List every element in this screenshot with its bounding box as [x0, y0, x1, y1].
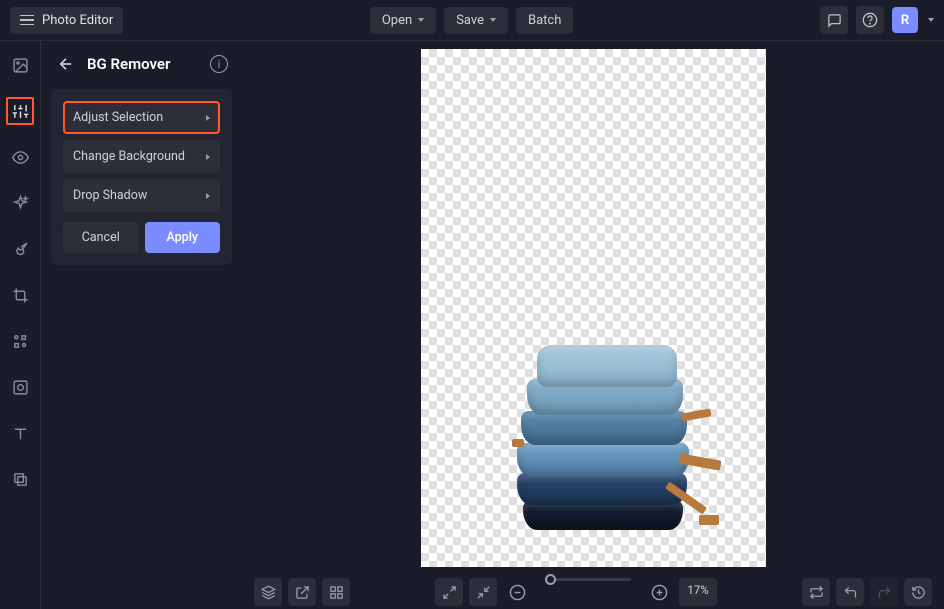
button-row: Cancel Apply: [63, 222, 220, 253]
option-adjust-selection[interactable]: Adjust Selection: [63, 101, 220, 134]
compare-button[interactable]: [802, 578, 830, 606]
option-label: Drop Shadow: [73, 188, 147, 203]
info-button[interactable]: i: [210, 55, 228, 73]
rail-arrange[interactable]: [6, 327, 34, 355]
avatar-initial: R: [901, 13, 909, 28]
minus-circle-icon: [509, 584, 526, 601]
arrow-left-icon: [57, 55, 75, 73]
plus-circle-icon: [651, 584, 668, 601]
rail-layers[interactable]: [6, 465, 34, 493]
comment-icon: [827, 13, 842, 28]
app-menu-button[interactable]: Photo Editor: [10, 7, 123, 34]
tool-rail: [0, 41, 41, 609]
collapse-button[interactable]: [469, 578, 497, 606]
rail-adjust[interactable]: [6, 97, 34, 125]
bb-zoom-group: 17%: [435, 578, 716, 606]
help-button[interactable]: [856, 6, 884, 34]
history-button[interactable]: [904, 578, 932, 606]
option-change-background[interactable]: Change Background: [63, 140, 220, 173]
arrange-icon: [12, 333, 29, 350]
batch-label: Batch: [528, 13, 561, 28]
open-label: Open: [382, 13, 412, 28]
bg-fragment: [699, 515, 719, 525]
back-button[interactable]: [55, 53, 77, 75]
cancel-button[interactable]: Cancel: [63, 222, 139, 253]
layers-icon: [12, 471, 29, 488]
option-drop-shadow[interactable]: Drop Shadow: [63, 179, 220, 212]
stack-icon: [261, 585, 276, 600]
rail-text[interactable]: [6, 419, 34, 447]
history-icon: [911, 585, 926, 600]
rail-sparkle[interactable]: [6, 189, 34, 217]
image-subject: [513, 345, 693, 535]
app-title: Photo Editor: [42, 13, 113, 28]
bb-left-group: [254, 578, 350, 606]
bottom-bar: 17%: [242, 575, 944, 609]
save-button[interactable]: Save: [444, 7, 508, 34]
undo-button[interactable]: [836, 578, 864, 606]
expand-icon: [442, 585, 457, 600]
main: BG Remover i Adjust Selection Change Bac…: [0, 41, 944, 609]
rail-brush[interactable]: [6, 235, 34, 263]
text-icon: [12, 425, 29, 442]
sparkle-icon: [12, 195, 29, 212]
fit-button[interactable]: [435, 578, 463, 606]
avatar[interactable]: R: [892, 7, 918, 33]
grid-button[interactable]: [322, 578, 350, 606]
chevron-right-icon: [206, 115, 210, 121]
rail-image[interactable]: [6, 51, 34, 79]
zoom-handle[interactable]: [545, 574, 556, 585]
redo-button[interactable]: [870, 578, 898, 606]
bg-fragment: [512, 439, 524, 447]
save-label: Save: [456, 13, 484, 28]
app-header: Photo Editor Open Save Batch R: [0, 0, 944, 41]
collapse-icon: [476, 585, 491, 600]
apply-button[interactable]: Apply: [145, 222, 221, 253]
crop-icon: [12, 287, 29, 304]
chevron-right-icon: [206, 193, 210, 199]
comment-button[interactable]: [820, 6, 848, 34]
zoom-out-button[interactable]: [503, 578, 531, 606]
option-label: Adjust Selection: [73, 110, 163, 125]
image-icon: [12, 57, 29, 74]
help-icon: [862, 12, 878, 28]
grid-icon: [329, 585, 344, 600]
layers-panel-button[interactable]: [254, 578, 282, 606]
rail-retouch[interactable]: [6, 373, 34, 401]
canvas-viewport[interactable]: [242, 41, 944, 575]
header-right: R: [820, 6, 934, 34]
option-label: Change Background: [73, 149, 185, 164]
undo-icon: [843, 585, 858, 600]
brush-icon: [12, 241, 29, 258]
panel-header: BG Remover i: [51, 53, 232, 75]
batch-button[interactable]: Batch: [516, 7, 573, 34]
eye-icon: [12, 149, 29, 166]
panel-card: Adjust Selection Change Background Drop …: [51, 89, 232, 265]
canvas[interactable]: [421, 49, 766, 567]
rail-crop[interactable]: [6, 281, 34, 309]
zoom-in-button[interactable]: [645, 578, 673, 606]
zoom-value[interactable]: 17%: [679, 578, 716, 606]
chevron-right-icon: [206, 154, 210, 160]
chevron-down-icon: [490, 18, 496, 22]
canvas-area: 17%: [242, 41, 944, 609]
open-button[interactable]: Open: [370, 7, 436, 34]
header-center: Open Save Batch: [123, 7, 820, 34]
panel-title: BG Remover: [87, 55, 200, 73]
side-panel: BG Remover i Adjust Selection Change Bac…: [41, 41, 242, 609]
export-button[interactable]: [288, 578, 316, 606]
bb-right-group: [802, 578, 932, 606]
export-icon: [295, 585, 310, 600]
header-left: Photo Editor: [10, 7, 123, 34]
chevron-down-icon: [418, 18, 424, 22]
sliders-icon: [12, 103, 29, 120]
compare-icon: [809, 585, 824, 600]
redo-icon: [877, 585, 892, 600]
retouch-icon: [12, 379, 29, 396]
zoom-slider[interactable]: [545, 578, 631, 581]
hamburger-icon: [20, 15, 34, 26]
chevron-down-icon[interactable]: [928, 18, 934, 22]
rail-eye[interactable]: [6, 143, 34, 171]
